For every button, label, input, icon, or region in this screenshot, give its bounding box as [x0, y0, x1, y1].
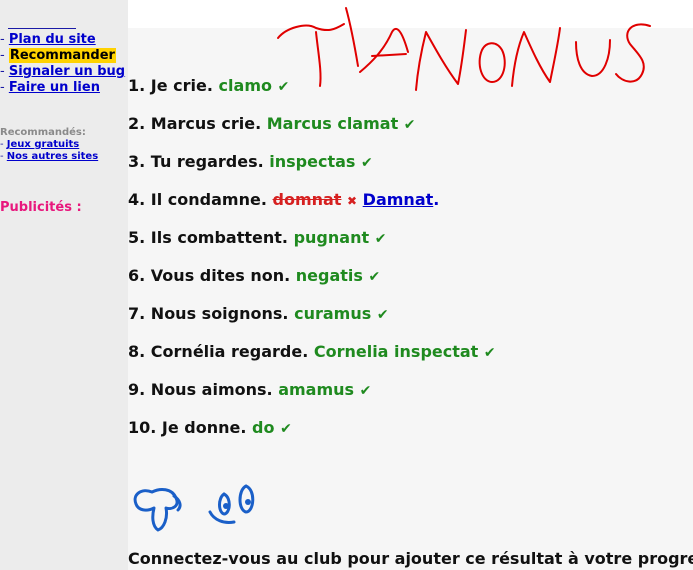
exercise-number: 6. [128, 266, 146, 285]
nav-item-bug: - Signaler un bug [0, 64, 126, 79]
exercise-prompt: Nous soignons. [150, 304, 289, 323]
nav-item-recommend: - Recommander [0, 48, 116, 63]
exercise-answer: clamo [218, 76, 272, 95]
free-games-link[interactable]: Jeux gratuits [7, 139, 79, 150]
correction-period: . [433, 190, 440, 209]
exercise-row: 2. Marcus crie. Marcus clamat ✔ [128, 113, 496, 151]
check-icon: ✔ [368, 269, 381, 285]
recommended-item: - Nos autres sites [0, 151, 99, 162]
exercise-answer: amamus [278, 380, 355, 399]
nav-item-plan: - Plan du site [0, 32, 96, 47]
check-icon: ✔ [483, 345, 496, 361]
exercise-number: 1. [128, 76, 146, 95]
exercise-prompt: Ils combattent. [150, 228, 288, 247]
recommend-link[interactable]: Recommander [8, 48, 116, 63]
exercise-number: 5. [128, 228, 146, 247]
exercise-number: 4. [128, 190, 146, 209]
correction-link[interactable]: Damnat [363, 190, 434, 209]
exercise-row: 9. Nous aimons. amamus ✔ [128, 379, 496, 417]
check-icon: ✔ [403, 117, 416, 133]
exercise-number: 8. [128, 342, 146, 361]
exercise-row: 5. Ils combattent. pugnant ✔ [128, 227, 496, 265]
check-icon: ✔ [359, 383, 372, 399]
exercise-row: 4. Il condamne. domnat ✖ Damnat. [128, 189, 496, 227]
site-map-link[interactable]: Plan du site [9, 32, 96, 47]
exercise-answer: curamus [294, 304, 372, 323]
exercise-row: 10. Je donne. do ✔ [128, 417, 496, 455]
exercise-prompt: Vous dites non. [150, 266, 291, 285]
exercise-answer: inspectas [269, 152, 356, 171]
make-link-link[interactable]: Faire un lien [9, 80, 100, 95]
nav-item-link: - Faire un lien [0, 80, 100, 95]
check-icon: ✔ [280, 421, 292, 437]
exercise-answer: Cornelia inspectat [313, 342, 479, 361]
exercise-row: 3. Tu regardes. inspectas ✔ [128, 151, 496, 189]
exercise-row: 7. Nous soignons. curamus ✔ [128, 303, 496, 341]
check-icon: ✔ [361, 155, 373, 171]
exercise-number: 3. [128, 152, 146, 171]
exercise-number: 9. [128, 380, 146, 399]
check-icon: ✔ [376, 307, 389, 323]
sidebar: - Plan du site - Recommander - Signaler … [0, 0, 128, 570]
exercise-number: 2. [128, 114, 146, 133]
wrong-answer: domnat [272, 190, 342, 209]
exercise-prompt: Tu regardes. [150, 152, 264, 171]
exercise-row: 8. Cornélia regarde. Cornelia inspectat … [128, 341, 496, 379]
exercise-prompt: Je crie. [150, 76, 213, 95]
recommended-title: Recommandés: [0, 127, 86, 138]
exercise-answer: pugnant [293, 228, 370, 247]
exercise-row: 6. Vous dites non. negatis ✔ [128, 265, 496, 303]
exercise-prompt: Nous aimons. [150, 380, 273, 399]
recommended-item: - Jeux gratuits [0, 139, 80, 150]
exercise-number: 10. [128, 418, 157, 437]
exercise-answer: Marcus clamat [266, 114, 399, 133]
mascot-logo [133, 484, 255, 532]
exercise-answer: do [252, 418, 275, 437]
check-icon: ✔ [374, 231, 387, 247]
sidebar-nav: - Plan du site - Recommander - Signaler … [0, 32, 125, 96]
ads-title: Publicités : [0, 200, 82, 215]
exercise-prompt: Je donne. [161, 418, 247, 437]
exercise-prompt: Il condamne. [150, 190, 267, 209]
recommended-list: - Jeux gratuits - Nos autres sites [0, 139, 98, 163]
exercise-prompt: Marcus crie. [150, 114, 262, 133]
club-login-message[interactable]: Connectez-vous au club pour ajouter ce r… [128, 549, 693, 568]
exercise-prompt: Cornélia regarde. [150, 342, 309, 361]
exercise-answer: negatis [295, 266, 363, 285]
report-bug-link[interactable]: Signaler un bug [9, 64, 125, 79]
handwritten-scribble [277, 7, 651, 91]
exercise-list: 1. Je crie. clamo ✔ 2. Marcus crie. Marc… [128, 75, 496, 455]
cross-icon: ✖ [347, 194, 358, 208]
sidebar-divider [8, 28, 76, 29]
exercise-number: 7. [128, 304, 146, 323]
other-sites-link[interactable]: Nos autres sites [7, 151, 98, 162]
